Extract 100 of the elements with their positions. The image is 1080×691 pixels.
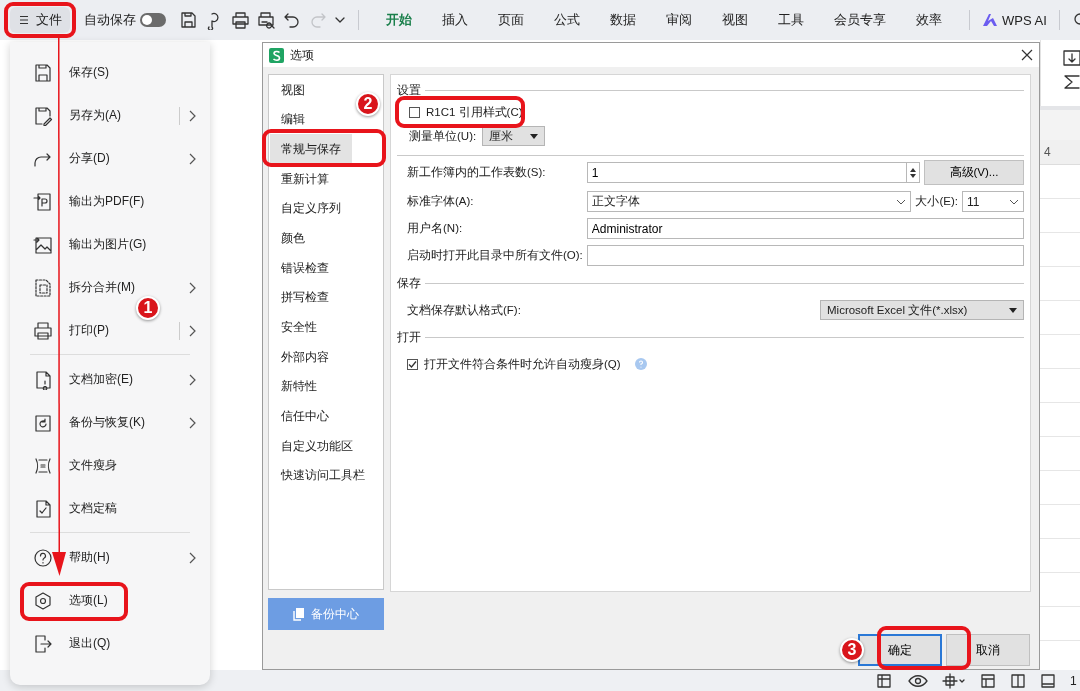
save-icon (33, 62, 53, 83)
unit-dropdown[interactable]: 厘米 (482, 126, 546, 146)
caret-down-icon (1009, 307, 1017, 313)
field-label: 标准字体(A): (407, 194, 475, 209)
menu-item[interactable]: 退出(Q) (33, 629, 111, 658)
ribbon-tab[interactable]: 视图 (707, 11, 763, 29)
chevron-right-icon[interactable] (188, 281, 196, 294)
nav-item[interactable]: 快速访问工具栏 (277, 467, 369, 484)
nav-item[interactable]: 信任中心 (277, 408, 333, 425)
field-label: 启动时打开此目录中所有文件(O): (407, 248, 583, 263)
highlight-frame (4, 2, 76, 38)
ribbon-tab[interactable]: 开始 (371, 11, 427, 29)
chevron-down-icon (896, 198, 907, 205)
search-icon[interactable] (1071, 13, 1080, 27)
format-dropdown[interactable]: Microsoft Excel 文件(*.xlsx) (820, 300, 1024, 320)
menu-icon (18, 14, 30, 26)
nav-item[interactable]: 自定义序列 (277, 200, 345, 217)
ai-logo-icon (982, 13, 998, 27)
menu-item[interactable]: 另存为(A) (33, 101, 121, 130)
menu-item[interactable]: 文件瘦身 (33, 451, 117, 480)
split-merge-icon (33, 277, 53, 298)
sum-icon[interactable] (1063, 74, 1080, 90)
field-label: 用户名(N): (407, 221, 464, 236)
section-title: 保存 (397, 275, 421, 291)
backup-restore-icon (33, 412, 53, 433)
page-break-icon[interactable] (1010, 672, 1026, 689)
menu-item[interactable]: 保存(S) (33, 58, 109, 87)
menu-item[interactable]: 帮助(H) (33, 543, 110, 572)
username-field[interactable]: Administrator (586, 218, 1024, 239)
menu-item[interactable]: 输出为PDF(F) (33, 187, 145, 216)
autosave-label: 自动保存 (84, 11, 136, 29)
chevron-right-icon[interactable] (188, 551, 196, 564)
nav-item[interactable]: 重新计算 (277, 171, 333, 188)
menu-item[interactable]: 输出为图片(G) (33, 230, 147, 259)
nav-item[interactable]: 外部内容 (277, 349, 333, 366)
ribbon-tab[interactable]: 审阅 (651, 11, 707, 29)
ribbon-tab[interactable]: 插入 (427, 11, 483, 29)
ai-button[interactable]: WPS AI (982, 12, 1047, 28)
size-dropdown[interactable]: 11 (962, 191, 1024, 212)
insert-row-icon[interactable] (1063, 50, 1080, 66)
chevron-right-icon[interactable] (188, 373, 196, 386)
autosave-toggle[interactable] (140, 13, 166, 27)
nav-item[interactable]: 新特性 (277, 378, 321, 395)
font-dropdown[interactable]: 正文字体 (586, 191, 912, 212)
chevron-right-icon[interactable] (188, 324, 196, 337)
ok-button[interactable]: 确定 (858, 634, 942, 666)
column-header: 4 (1040, 140, 1080, 165)
print-icon[interactable] (230, 10, 250, 30)
caret-down-icon (530, 133, 539, 139)
section-title: 设置 (397, 82, 421, 98)
image-export-icon (33, 234, 53, 255)
nav-item[interactable]: 错误检查 (277, 260, 333, 277)
normal-view-icon[interactable] (980, 672, 996, 689)
ribbon-tab[interactable]: 公式 (539, 11, 595, 29)
field-label: 新工作簿内的工作表数(S): (407, 165, 547, 180)
field-label: 测量单位(U): (409, 128, 477, 144)
nav-item[interactable]: 颜色 (277, 230, 309, 247)
sheet-count-field[interactable]: 1 (586, 162, 906, 183)
exit-icon (33, 633, 53, 654)
checkbox[interactable] (409, 106, 420, 118)
ribbon-tab[interactable]: 页面 (483, 11, 539, 29)
ribbon-tab[interactable]: 会员专享 (819, 11, 901, 29)
menu-item[interactable]: 拆分合并(M) (33, 273, 135, 302)
field-label: 大小(E): (915, 194, 958, 209)
pdf-export-icon (33, 191, 53, 212)
ribbon-tab[interactable]: 数据 (595, 11, 651, 29)
chevron-right-icon[interactable] (188, 109, 196, 122)
menu-item[interactable]: 备份与恢复(K) (33, 408, 145, 437)
menu-item[interactable]: 文档加密(E) (33, 365, 133, 394)
eye-icon[interactable] (908, 673, 928, 688)
menu-item[interactable]: 文档定稿 (33, 494, 117, 523)
ribbon-tab[interactable]: 工具 (763, 11, 819, 29)
close-icon[interactable] (1021, 49, 1033, 61)
nav-item[interactable]: 视图 (277, 82, 309, 98)
nav-item[interactable]: 安全性 (277, 319, 321, 336)
startup-folder-field[interactable] (586, 245, 1024, 266)
file-menu-button[interactable]: 文件 (10, 7, 70, 33)
ribbon-tab[interactable]: 效率 (901, 11, 957, 29)
layout-icon[interactable] (942, 672, 966, 689)
advanced-button[interactable]: 高级(V)... (924, 160, 1024, 185)
cancel-button[interactable]: 取消 (946, 634, 1030, 666)
checkbox[interactable] (407, 358, 418, 370)
chevron-right-icon[interactable] (188, 416, 196, 429)
hexagon-settings-icon (33, 590, 53, 611)
menu-item[interactable]: 分享(D) (33, 144, 110, 173)
nav-item[interactable]: 自定义功能区 (277, 438, 357, 455)
nav-item[interactable]: 拼写检查 (277, 289, 333, 306)
zoom-value: 1 (1070, 673, 1078, 688)
help-icon (33, 547, 53, 568)
save-icon[interactable] (178, 10, 198, 30)
field-label: 文档保存默认格式(F): (407, 302, 521, 318)
print-preview-icon[interactable] (256, 10, 276, 30)
page-layout-icon[interactable] (1040, 672, 1056, 689)
chevron-down-icon (1009, 198, 1019, 205)
help-icon (634, 358, 647, 370)
chevron-right-icon[interactable] (188, 152, 196, 165)
checkbox-label: 打开文件符合条件时允许自动瘦身(Q) (424, 356, 621, 372)
menu-item[interactable]: 打印(P) (33, 316, 109, 345)
nav-item[interactable]: 编辑 (277, 111, 309, 128)
menu-item[interactable]: 选项(L) (33, 586, 108, 615)
